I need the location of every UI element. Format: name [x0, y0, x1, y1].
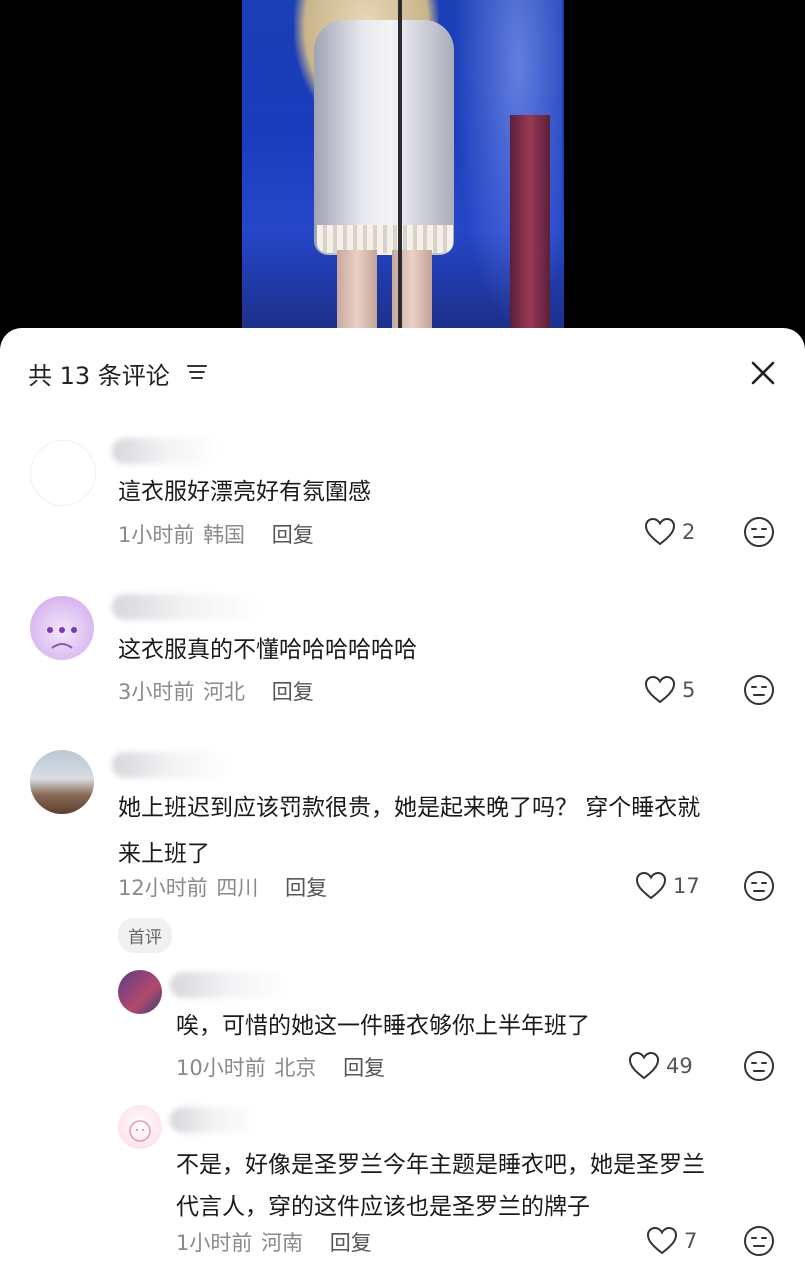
- avatar[interactable]: [30, 750, 94, 814]
- comment-meta: 1小时前 韩国 回复: [118, 519, 316, 549]
- reply-button[interactable]: 回复: [330, 1231, 372, 1255]
- comment-line: 这衣服真的不懂哈哈哈哈哈哈: [118, 637, 417, 663]
- comment-time: 3小时前: [118, 680, 195, 704]
- comment-meta: 10小时前 北京 回复: [176, 1052, 387, 1082]
- like-count: 49: [666, 1054, 693, 1078]
- performer-leg: [337, 250, 377, 330]
- comment-location: 河北: [203, 680, 246, 704]
- comment-item: 这衣服真的不懂哈哈哈哈哈哈 3小时前 河北 回复 5: [0, 588, 805, 718]
- comment-location: 北京: [274, 1056, 317, 1080]
- avatar[interactable]: [118, 1105, 162, 1149]
- like-button[interactable]: 5: [644, 674, 695, 706]
- comment-item: 她上班迟到应该罚款很贵，她是起来晚了吗？ 穿个睡衣就 来上班了 12小时前 四川…: [0, 746, 805, 956]
- username-blurred[interactable]: [170, 1107, 260, 1133]
- dress-lace-hem: [317, 225, 453, 253]
- heart-icon: [628, 1051, 660, 1080]
- like-count: 5: [682, 678, 696, 702]
- like-count: 17: [673, 874, 700, 898]
- dislike-emoji-icon[interactable]: [743, 674, 775, 706]
- comments-header: 共 13 条评论: [0, 328, 805, 414]
- comment-count: 共 13 条评论: [28, 362, 170, 390]
- username-blurred[interactable]: [112, 594, 262, 620]
- dislike-emoji-icon[interactable]: [743, 870, 775, 902]
- like-count: 7: [684, 1229, 698, 1253]
- comment-time: 1小时前: [176, 1231, 253, 1255]
- comment-time: 1小时前: [118, 523, 195, 547]
- comment-text: 不是，好像是圣罗兰今年主题是睡衣吧，她是圣罗兰 代言人，穿的这件应该也是圣罗兰的…: [176, 1145, 705, 1227]
- like-button[interactable]: 7: [646, 1225, 697, 1257]
- sort-filter-icon[interactable]: [187, 363, 207, 381]
- avatar[interactable]: [118, 970, 162, 1014]
- stage-pillar: [510, 115, 550, 330]
- comment-meta: 12小时前 四川 回复: [118, 872, 329, 902]
- comment-line: 她上班迟到应该罚款很贵，她是起来晚了吗？ 穿个睡衣就: [118, 795, 701, 821]
- comment-text: 這衣服好漂亮好有氛圍感: [118, 472, 371, 512]
- reply-button[interactable]: 回复: [343, 1056, 385, 1080]
- heart-icon: [644, 675, 676, 704]
- avatar[interactable]: [30, 596, 94, 660]
- video-player[interactable]: [0, 0, 805, 345]
- like-count: 2: [682, 520, 696, 544]
- comment-meta: 3小时前 河北 回复: [118, 676, 316, 706]
- video-frame: [242, 0, 564, 330]
- heart-icon: [635, 871, 667, 900]
- heart-icon: [646, 1226, 678, 1255]
- performer-dress: [314, 20, 454, 255]
- reply-button[interactable]: 回复: [272, 680, 314, 704]
- dislike-emoji-icon[interactable]: [743, 1225, 775, 1257]
- avatar[interactable]: [30, 440, 96, 506]
- comment-line: 不是，好像是圣罗兰今年主题是睡衣吧，她是圣罗兰: [176, 1152, 705, 1178]
- comment-meta: 1小时前 河南 回复: [176, 1227, 374, 1257]
- reply-item: 唉，可惜的她这一件睡衣够你上半年班了 10小时前 北京 回复 49: [0, 968, 805, 1098]
- comment-line: 代言人，穿的这件应该也是圣罗兰的牌子: [176, 1194, 590, 1220]
- comment-time: 12小时前: [118, 876, 208, 900]
- comment-location: 韩国: [203, 523, 246, 547]
- comment-time: 10小时前: [176, 1056, 266, 1080]
- like-button[interactable]: 17: [635, 870, 700, 902]
- comment-location: 四川: [216, 876, 259, 900]
- username-blurred[interactable]: [112, 752, 232, 778]
- mic-stand: [398, 0, 402, 330]
- comments-sheet: 共 13 条评论 這衣服好漂亮好有氛圍感 1小时前 韩国 回复 2 这衣服真的不…: [0, 328, 805, 1280]
- like-button[interactable]: 49: [628, 1050, 693, 1082]
- comment-item: 這衣服好漂亮好有氛圍感 1小时前 韩国 回复 2: [0, 428, 805, 558]
- comment-text: 她上班迟到应该罚款很贵，她是起来晚了吗？ 穿个睡衣就 来上班了: [118, 788, 700, 874]
- comment-line: 来上班了: [118, 841, 210, 867]
- heart-icon: [644, 517, 676, 546]
- like-button[interactable]: 2: [644, 516, 695, 548]
- comment-line: 唉，可惜的她这一件睡衣够你上半年班了: [176, 1013, 590, 1039]
- reply-button[interactable]: 回复: [272, 523, 314, 547]
- avatar-face-icon: [47, 627, 77, 649]
- reply-item: 不是，好像是圣罗兰今年主题是睡衣吧，她是圣罗兰 代言人，穿的这件应该也是圣罗兰的…: [0, 1103, 805, 1278]
- comment-text: 唉，可惜的她这一件睡衣够你上半年班了: [176, 1006, 590, 1046]
- username-blurred[interactable]: [112, 438, 222, 464]
- comment-line: 這衣服好漂亮好有氛圍感: [118, 479, 371, 505]
- username-blurred[interactable]: [170, 972, 290, 998]
- close-icon[interactable]: [748, 358, 778, 388]
- dislike-emoji-icon[interactable]: [743, 516, 775, 548]
- comment-location: 河南: [261, 1231, 304, 1255]
- reply-button[interactable]: 回复: [285, 876, 327, 900]
- first-comment-badge: 首评: [118, 918, 172, 953]
- dislike-emoji-icon[interactable]: [743, 1050, 775, 1082]
- avatar-bunny-icon: [129, 1120, 151, 1142]
- comment-text: 这衣服真的不懂哈哈哈哈哈哈: [118, 630, 417, 670]
